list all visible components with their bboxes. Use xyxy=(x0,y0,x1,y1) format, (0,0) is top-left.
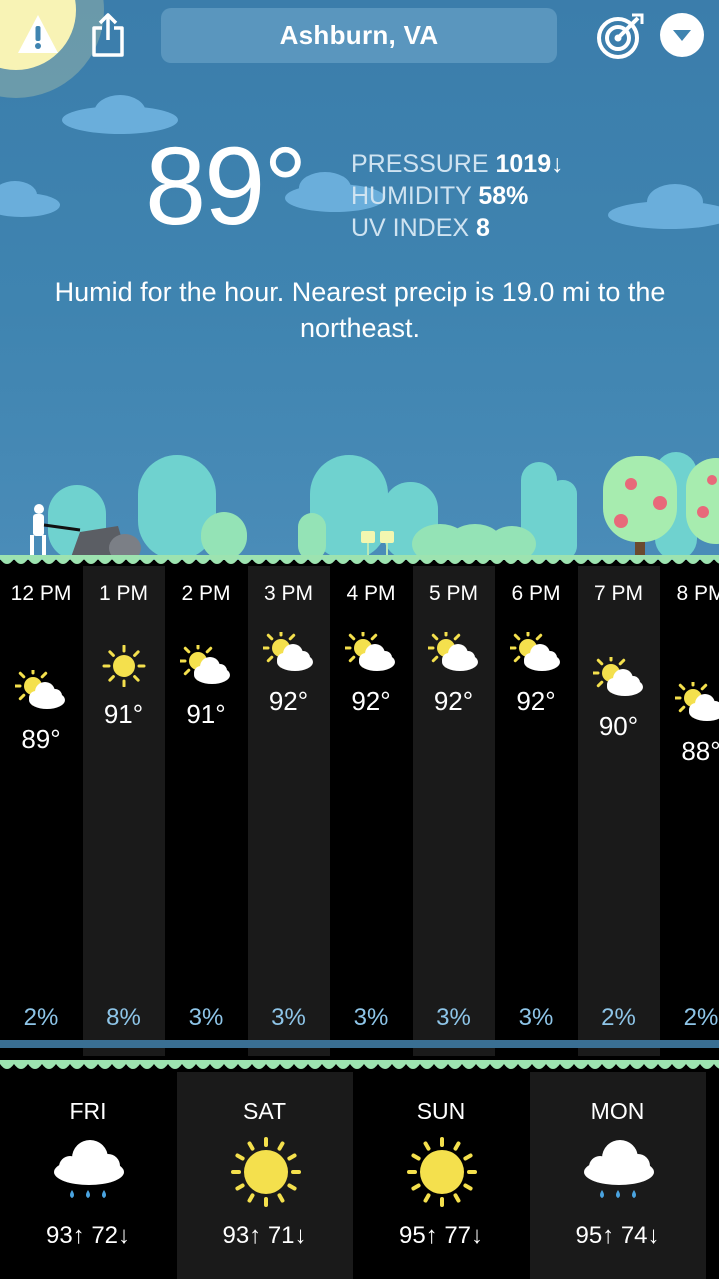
partly-cloudy-icon xyxy=(508,628,562,674)
hour-precip-chance: 2% xyxy=(601,1004,636,1031)
hourly-scroll-bar xyxy=(0,1040,719,1048)
location-name: Ashburn, VA xyxy=(279,20,439,50)
hour-precip-chance: 2% xyxy=(683,1004,719,1031)
radar-icon[interactable] xyxy=(596,12,644,60)
hourly-column[interactable]: 3 PM 92° 3% xyxy=(247,566,330,1056)
hour-precip-chance: 3% xyxy=(436,1004,471,1031)
day-label: SUN xyxy=(416,1098,466,1124)
hour-label: 8 PM xyxy=(676,582,719,605)
weather-summary: Humid for the hour. Nearest precip is 19… xyxy=(54,277,666,343)
humidity-row: HUMIDITY 58% xyxy=(351,180,564,212)
hourly-column[interactable]: 4 PM 92° 3% xyxy=(330,566,412,1056)
pressure-row: PRESSURE 1019↓ xyxy=(351,148,564,180)
hour-temperature: 91° xyxy=(103,698,144,729)
menu-dropdown-icon[interactable] xyxy=(659,12,705,58)
hour-temperature: 89° xyxy=(21,723,61,754)
hour-precip-chance: 3% xyxy=(271,1004,306,1031)
daily-column[interactable]: SAT 93↑ 71↓ xyxy=(176,1072,353,1279)
day-label: SAT xyxy=(242,1098,287,1124)
hour-label: 7 PM xyxy=(593,582,643,605)
daily-column[interactable]: MON 95↑ 74↓ xyxy=(529,1072,706,1279)
day-label: MON xyxy=(590,1098,645,1124)
day-high-low: 95↑ 77↓ xyxy=(398,1222,484,1249)
share-icon[interactable] xyxy=(88,12,128,58)
daily-column[interactable]: FRI 93↑ 72↓ xyxy=(0,1072,176,1279)
hourly-column[interactable]: 5 PM 92° 3% xyxy=(412,566,495,1056)
hour-label: 4 PM xyxy=(346,582,396,605)
hour-precip-chance: 2% xyxy=(23,1004,59,1031)
uv-value: 8 xyxy=(476,214,490,242)
partly-cloudy-icon xyxy=(591,653,645,699)
day-high-low: 93↑ 71↓ xyxy=(222,1222,307,1249)
uv-label: UV INDEX xyxy=(351,214,470,242)
partly-cloudy-icon xyxy=(673,678,719,724)
hour-temperature: 90° xyxy=(598,711,639,741)
rain-icon xyxy=(52,1136,126,1208)
sunny-icon xyxy=(98,644,150,687)
hourly-forecast[interactable]: 12 PM 89° 2% 1 PM 91° 8% 2 PM 91° 3% 3 PM 9… xyxy=(0,566,719,1056)
hour-label: 6 PM xyxy=(511,582,561,605)
hour-precip-chance: 3% xyxy=(518,1004,554,1031)
hour-temperature: 88° xyxy=(681,736,719,766)
hourly-column[interactable]: 12 PM 89° 2% xyxy=(0,566,82,1056)
warning-icon[interactable] xyxy=(16,12,60,56)
hour-label: 12 PM xyxy=(10,582,72,605)
hourly-column[interactable]: 1 PM 91° 8% xyxy=(82,566,165,1056)
daily-column[interactable]: SUN 95↑ 77↓ xyxy=(353,1072,529,1279)
location-selector[interactable]: Ashburn, VA xyxy=(161,8,557,63)
sunny-icon xyxy=(405,1136,479,1208)
hour-label: 1 PM xyxy=(98,582,148,605)
hourly-column[interactable]: 8 PM 88° 2% xyxy=(660,566,719,1056)
humidity-value: 58% xyxy=(478,182,529,210)
current-stats: PRESSURE 1019↓ HUMIDITY 58% UV INDEX 8 xyxy=(351,148,564,244)
uv-row: UV INDEX 8 xyxy=(351,212,564,244)
partly-cloudy-icon xyxy=(13,666,67,712)
partly-cloudy-icon xyxy=(426,628,480,674)
pressure-value: 1019↓ xyxy=(495,150,564,178)
hour-temperature: 92° xyxy=(516,686,556,716)
current-temperature: 89° xyxy=(145,125,307,248)
sky-scene: Ashburn, VA 89° PRESSURE 1019↓ HUMIDITY … xyxy=(0,0,719,560)
humidity-label: HUMIDITY xyxy=(351,182,472,210)
day-high-low: 93↑ 72↓ xyxy=(45,1222,131,1249)
hour-label: 5 PM xyxy=(428,582,478,605)
hour-label: 2 PM xyxy=(181,582,231,605)
hour-temperature: 91° xyxy=(186,698,226,729)
day-label: FRI xyxy=(69,1098,107,1124)
hourly-column[interactable]: 2 PM 91° 3% xyxy=(165,566,247,1056)
hour-temperature: 92° xyxy=(433,686,474,716)
hour-temperature: 92° xyxy=(351,686,391,716)
hourly-column[interactable]: 7 PM 90° 2% xyxy=(577,566,660,1056)
day-high-low: 95↑ 74↓ xyxy=(575,1222,660,1249)
daily-forecast[interactable]: FRI 93↑ 72↓ SAT 93↑ 71↓ SUN 95↑ 77↓ MON 95↑… xyxy=(0,1072,719,1279)
rain-icon xyxy=(582,1136,656,1208)
hour-precip-chance: 3% xyxy=(353,1004,389,1031)
partly-cloudy-icon xyxy=(261,628,315,674)
hourly-column[interactable]: 6 PM 92° 3% xyxy=(495,566,577,1056)
partly-cloudy-icon xyxy=(178,641,232,687)
partly-cloudy-icon xyxy=(343,628,397,674)
hour-precip-chance: 3% xyxy=(188,1004,224,1031)
pressure-label: PRESSURE xyxy=(351,150,489,178)
sunny-icon xyxy=(229,1136,303,1208)
hour-precip-chance: 8% xyxy=(106,1004,141,1031)
hour-label: 3 PM xyxy=(263,582,313,605)
hour-temperature: 92° xyxy=(268,686,309,716)
